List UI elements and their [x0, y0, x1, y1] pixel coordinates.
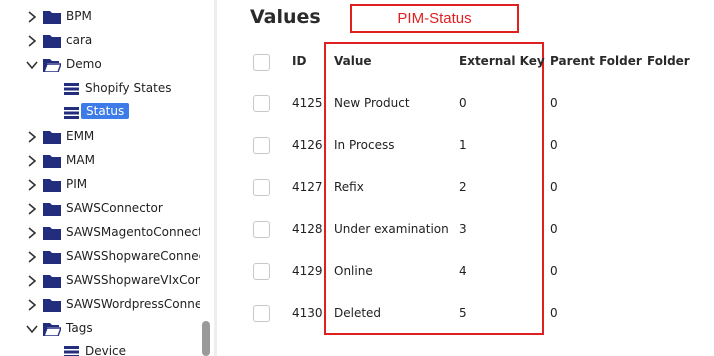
tree-item-emm[interactable]: EMM	[0, 125, 200, 149]
tree-item-label: EMM	[66, 129, 95, 143]
row-checkbox[interactable]	[253, 137, 270, 154]
folder-icon	[43, 11, 61, 24]
tree-item-label: SAWSConnector	[66, 201, 163, 215]
cell-parent-folder: 0	[550, 96, 558, 110]
cell-id: 4129	[292, 264, 323, 278]
folder-icon	[43, 179, 61, 192]
column-header-value[interactable]: Value	[334, 54, 372, 68]
row-checkbox[interactable]	[253, 305, 270, 322]
sidebar-scrollbar-thumb[interactable]	[202, 321, 210, 356]
chevron-down-icon[interactable]	[25, 58, 39, 72]
cell-id: 4126	[292, 138, 323, 152]
chevron-right-icon[interactable]	[25, 298, 39, 312]
folder-icon	[43, 155, 61, 168]
cell-value[interactable]: Under examination	[334, 222, 449, 236]
tree-item-label: PIM	[66, 177, 88, 191]
cell-parent-folder: 0	[550, 222, 558, 236]
tree-item-sawsshopwarevixconnector[interactable]: SAWSShopwareVIxConn	[0, 269, 210, 293]
tree-item-shopify-states[interactable]: Shopify States	[0, 77, 200, 101]
cell-value[interactable]: New Product	[334, 96, 410, 110]
tree-item-cara[interactable]: cara	[0, 29, 200, 53]
chevron-right-icon[interactable]	[25, 226, 39, 240]
tree-item-label: SAWSMagentoConnecto	[66, 225, 211, 239]
tree-item-label: Device	[85, 344, 127, 356]
row-checkbox[interactable]	[253, 95, 270, 112]
cell-parent-folder: 0	[550, 138, 558, 152]
cell-parent-folder: 0	[550, 264, 558, 278]
cell-value[interactable]: In Process	[334, 138, 394, 152]
tree-item-sawsshopwareconnector[interactable]: SAWSShopwareConnecto	[0, 245, 213, 269]
cell-external-key: 4	[459, 264, 467, 278]
folder-icon	[43, 251, 61, 264]
tree-item-tags[interactable]: Tags	[0, 317, 200, 341]
folder-icon	[43, 35, 61, 48]
column-header-folder[interactable]: Folder	[647, 54, 690, 68]
cell-value[interactable]: Refix	[334, 180, 364, 194]
chevron-right-icon[interactable]	[25, 34, 39, 48]
sidebar-tree: BPM cara Demo Shopify States Status EMM …	[0, 0, 213, 356]
chevron-right-icon[interactable]	[25, 274, 39, 288]
tree-item-label-selected: Status	[81, 103, 130, 119]
tree-item-sawswordpressconnector[interactable]: SAWSWordpressConnec	[0, 293, 209, 317]
tree-item-pim[interactable]: PIM	[0, 173, 200, 197]
tree-item-label: SAWSWordpressConnec	[66, 297, 209, 311]
cell-value[interactable]: Online	[334, 264, 373, 278]
tree-item-label: SAWSShopwareVIxConn	[66, 273, 211, 287]
tree-item-label: SAWSShopwareConnecto	[66, 249, 213, 263]
cell-external-key: 1	[459, 138, 467, 152]
cell-external-key: 5	[459, 306, 467, 320]
column-header-external-key[interactable]: External Key	[459, 54, 545, 68]
tree-item-label: Demo	[66, 57, 102, 71]
folder-icon	[43, 299, 61, 312]
list-icon	[64, 346, 79, 356]
tree-item-bpm[interactable]: BPM	[0, 5, 200, 29]
chevron-right-icon[interactable]	[25, 10, 39, 24]
tree-item-status[interactable]: Status	[0, 101, 200, 125]
folder-open-icon	[43, 59, 61, 72]
annotation-label: PIM-Status	[350, 4, 519, 33]
folder-icon	[43, 275, 61, 288]
chevron-right-icon[interactable]	[25, 154, 39, 168]
select-all-checkbox[interactable]	[253, 54, 270, 71]
tree-item-label: Shopify States	[85, 81, 172, 95]
tree-item-label: Tags	[66, 321, 93, 335]
list-icon	[64, 83, 79, 95]
sidebar-scrollbar-track[interactable]	[200, 0, 213, 356]
column-header-parent-folder[interactable]: Parent Folder	[550, 54, 642, 68]
folder-icon	[43, 203, 61, 216]
cell-external-key: 3	[459, 222, 467, 236]
chevron-right-icon[interactable]	[25, 178, 39, 192]
chevron-right-icon[interactable]	[25, 202, 39, 216]
values-panel: Values PIM-Status ID Value External Key …	[217, 0, 714, 356]
column-header-id[interactable]: ID	[292, 54, 306, 68]
tree-item-device[interactable]: Device	[0, 340, 200, 356]
folder-icon	[43, 227, 61, 240]
page-title: Values	[250, 6, 321, 28]
tree-item-label: MAM	[66, 153, 95, 167]
row-checkbox[interactable]	[253, 221, 270, 238]
tree-item-label: BPM	[66, 9, 92, 23]
cell-id: 4125	[292, 96, 323, 110]
tree-item-label: cara	[66, 33, 93, 47]
cell-external-key: 0	[459, 96, 467, 110]
chevron-right-icon[interactable]	[25, 250, 39, 264]
tree-item-mam[interactable]: MAM	[0, 149, 200, 173]
cell-id: 4127	[292, 180, 323, 194]
list-icon	[64, 107, 79, 119]
cell-parent-folder: 0	[550, 180, 558, 194]
cell-id: 4130	[292, 306, 323, 320]
tree-item-demo[interactable]: Demo	[0, 53, 200, 77]
tree-item-sawsmagentoconnector[interactable]: SAWSMagentoConnecto	[0, 221, 210, 245]
row-checkbox[interactable]	[253, 179, 270, 196]
cell-external-key: 2	[459, 180, 467, 194]
chevron-right-icon[interactable]	[25, 130, 39, 144]
row-checkbox[interactable]	[253, 263, 270, 280]
folder-open-icon	[43, 323, 61, 336]
cell-id: 4128	[292, 222, 323, 236]
cell-parent-folder: 0	[550, 306, 558, 320]
chevron-down-icon[interactable]	[25, 322, 39, 336]
cell-value[interactable]: Deleted	[334, 306, 381, 320]
tree-item-sawsconnector[interactable]: SAWSConnector	[0, 197, 200, 221]
folder-icon	[43, 131, 61, 144]
